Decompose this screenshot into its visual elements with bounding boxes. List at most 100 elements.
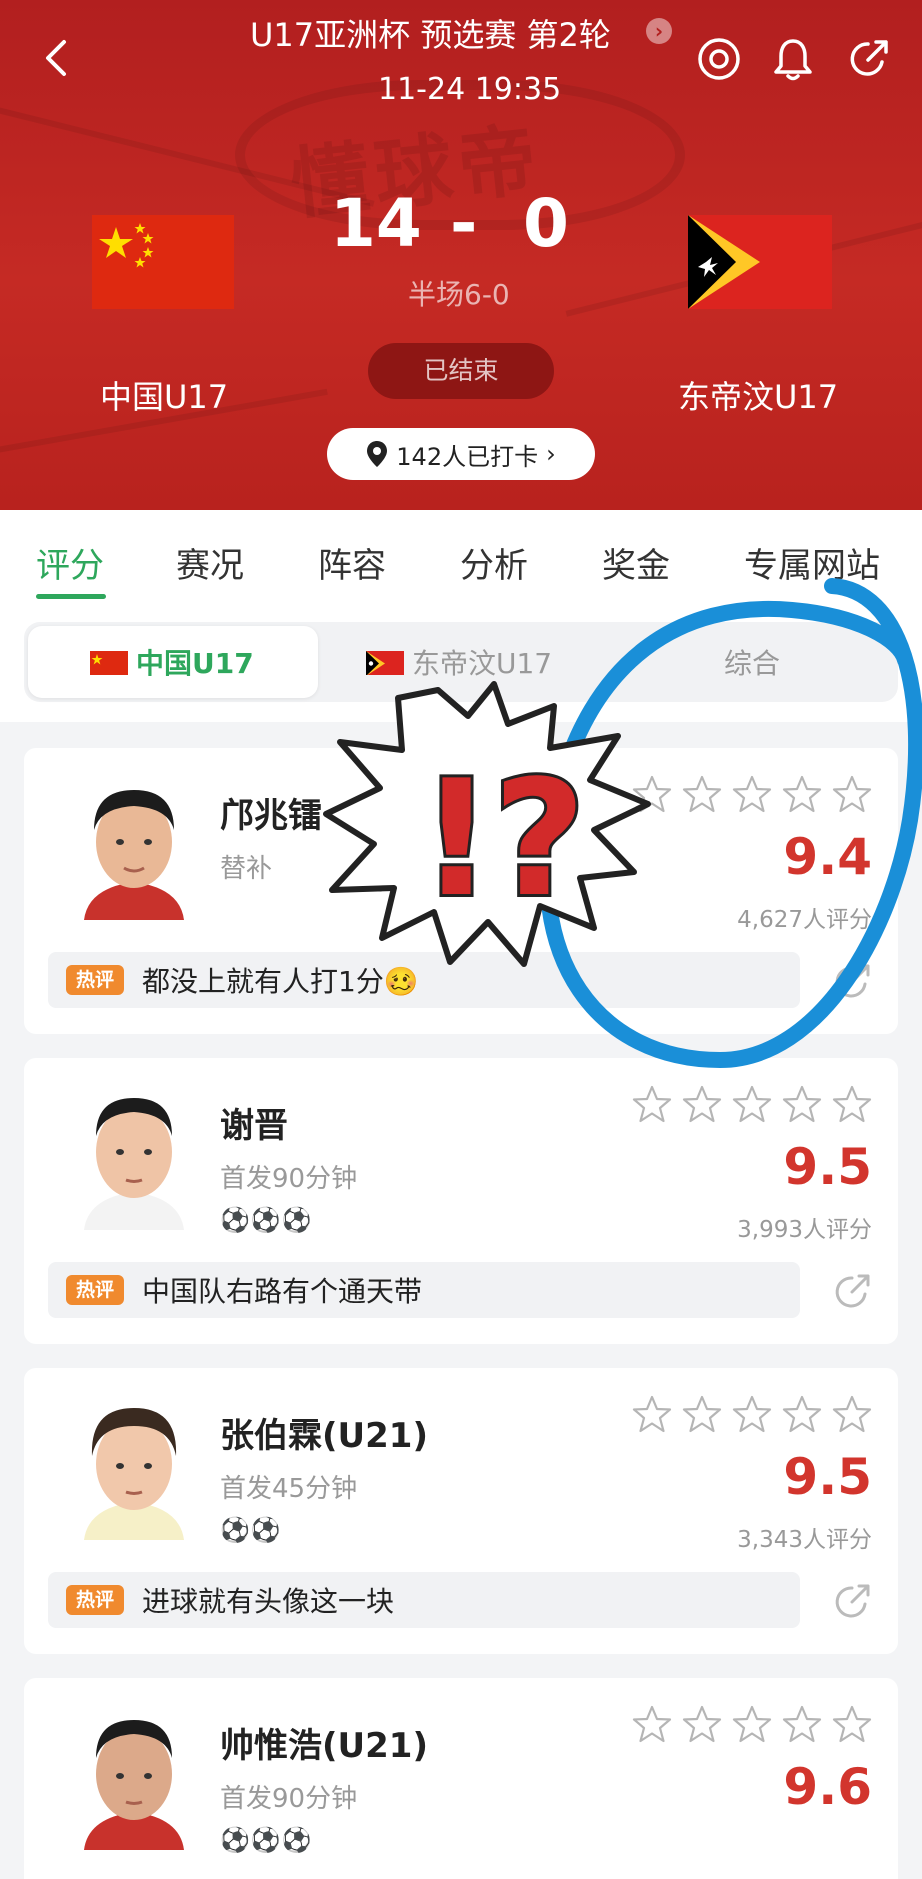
tab-analysis[interactable]: 分析 xyxy=(460,538,528,587)
star-icon[interactable] xyxy=(832,1084,872,1124)
rater-count: 3,343人评分 xyxy=(737,1527,872,1553)
hot-comment[interactable]: 热评 进球就有头像这一块 xyxy=(48,1572,800,1628)
hot-comment-text: 进球就有头像这一块 xyxy=(142,1585,395,1618)
match-title[interactable]: U17亚洲杯 预选赛 第2轮 xyxy=(250,10,611,56)
player-rating: 9.5 xyxy=(783,1448,872,1506)
match-rating-page: 懂球帝 U17亚洲杯 预选赛 第2轮 › 11-24 19:35 14 - 0 … xyxy=(0,0,922,1879)
match-datetime: 11-24 19:35 xyxy=(378,72,562,107)
star-icon[interactable] xyxy=(782,1704,822,1744)
rating-stars[interactable] xyxy=(632,1704,872,1744)
player-role: 首发45分钟 xyxy=(220,1474,358,1504)
star-icon[interactable] xyxy=(732,774,772,814)
star-icon[interactable] xyxy=(832,1394,872,1434)
team-filter-bar: 中国U17 东帝汶U17 综合 xyxy=(0,606,922,722)
star-icon[interactable] xyxy=(632,1084,672,1124)
hot-comment-badge: 热评 xyxy=(66,1585,124,1615)
score-separator: - xyxy=(450,185,478,262)
active-tab-indicator xyxy=(36,594,106,599)
player-name: 谢晋 xyxy=(220,1106,288,1146)
player-name: 邝兆镭 xyxy=(220,796,322,836)
hot-comment[interactable]: 热评 中国队右路有个通天带 xyxy=(48,1262,800,1318)
star-icon[interactable] xyxy=(682,1394,722,1434)
tab-match-events[interactable]: 赛况 xyxy=(176,538,244,587)
player-role: 替补 xyxy=(220,854,273,884)
player-card[interactable]: 邝兆镭 替补 9.4 4,627人评分 热评 都没上就有人打1分🥴 xyxy=(24,748,898,1034)
match-header: 懂球帝 U17亚洲杯 预选赛 第2轮 › 11-24 19:35 14 - 0 … xyxy=(0,0,922,510)
timor-leste-flag-icon xyxy=(688,215,832,309)
share-icon[interactable] xyxy=(846,36,892,82)
checkin-button[interactable]: 142人已打卡 › xyxy=(327,428,595,480)
star-icon[interactable] xyxy=(832,774,872,814)
segment-away-team[interactable]: 东帝汶U17 xyxy=(366,642,552,682)
player-avatar xyxy=(64,770,204,920)
home-score: 14 xyxy=(330,185,422,262)
tab-bonus[interactable]: 奖金 xyxy=(602,538,670,587)
goals-icons: ⚽⚽ xyxy=(220,1516,282,1544)
segment-home-team[interactable]: 中国U17 xyxy=(90,642,254,682)
hot-comment-text: 中国队右路有个通天带 xyxy=(142,1275,423,1308)
tab-lineup[interactable]: 阵容 xyxy=(318,538,386,587)
star-icon[interactable] xyxy=(732,1704,772,1744)
star-icon[interactable] xyxy=(632,1704,672,1744)
china-flag-icon xyxy=(90,650,128,675)
title-chevron-icon[interactable]: › xyxy=(646,18,672,44)
share-icon[interactable] xyxy=(832,1580,874,1622)
star-icon[interactable] xyxy=(782,774,822,814)
star-icon[interactable] xyxy=(682,774,722,814)
checkin-label: 142人已打卡 xyxy=(396,442,539,471)
hot-comment-text: 都没上就有人打1分🥴 xyxy=(142,965,419,998)
away-score: 0 xyxy=(523,185,569,262)
star-icon[interactable] xyxy=(782,1084,822,1124)
segment-away-label: 东帝汶U17 xyxy=(412,647,553,680)
china-flag-icon xyxy=(92,215,234,309)
rater-count: 4,627人评分 xyxy=(737,907,872,933)
away-team-flag[interactable] xyxy=(688,215,832,309)
star-icon[interactable] xyxy=(732,1394,772,1434)
share-icon[interactable] xyxy=(832,1270,874,1312)
player-role: 首发90分钟 xyxy=(220,1164,358,1194)
halftime-score: 半场6-0 xyxy=(408,278,510,311)
player-role: 首发90分钟 xyxy=(220,1784,358,1814)
rater-count: 3,993人评分 xyxy=(737,1217,872,1243)
target-icon[interactable] xyxy=(696,36,742,82)
player-rating: 9.4 xyxy=(783,828,872,886)
tab-official-site[interactable]: 专属网站 xyxy=(744,538,880,587)
bell-icon[interactable] xyxy=(770,36,816,82)
location-pin-icon xyxy=(367,441,388,467)
star-icon[interactable] xyxy=(682,1704,722,1744)
timor-leste-flag-icon xyxy=(366,650,404,675)
player-card[interactable]: 张伯霖(U21) 首发45分钟 ⚽⚽ 9.5 3,343人评分 热评 进球就有头… xyxy=(24,1368,898,1654)
segment-home-label: 中国U17 xyxy=(136,647,254,680)
star-icon[interactable] xyxy=(632,1394,672,1434)
player-avatar xyxy=(64,1700,204,1850)
back-icon[interactable] xyxy=(38,36,74,80)
player-name: 张伯霖(U21) xyxy=(220,1416,429,1456)
player-rating: 9.5 xyxy=(783,1138,872,1196)
hot-comment-badge: 热评 xyxy=(66,1275,124,1305)
star-icon[interactable] xyxy=(782,1394,822,1434)
rating-stars[interactable] xyxy=(632,1084,872,1124)
goals-icons: ⚽⚽⚽ xyxy=(220,1206,313,1234)
player-card[interactable]: 帅惟浩(U21) 首发90分钟 ⚽⚽⚽ 9.6 xyxy=(24,1678,898,1879)
star-icon[interactable] xyxy=(682,1084,722,1124)
star-icon[interactable] xyxy=(632,774,672,814)
tab-bar: 评分 赛况 阵容 分析 奖金 专属网站 xyxy=(0,510,922,606)
away-team-name[interactable]: 东帝汶U17 xyxy=(678,372,838,418)
segment-all[interactable]: 综合 xyxy=(724,642,780,682)
match-status-badge: 已结束 xyxy=(368,343,554,399)
player-avatar xyxy=(64,1390,204,1540)
tab-rating[interactable]: 评分 xyxy=(36,538,104,587)
rating-stars[interactable] xyxy=(632,774,872,814)
player-rating: 9.6 xyxy=(783,1758,872,1816)
team-segment-control: 中国U17 东帝汶U17 综合 xyxy=(24,622,898,702)
hot-comment[interactable]: 热评 都没上就有人打1分🥴 xyxy=(48,952,800,1008)
rating-stars[interactable] xyxy=(632,1394,872,1434)
star-icon[interactable] xyxy=(732,1084,772,1124)
hot-comment-badge: 热评 xyxy=(66,965,124,995)
goals-icons: ⚽⚽⚽ xyxy=(220,1826,313,1854)
home-team-flag[interactable] xyxy=(92,215,234,309)
share-icon[interactable] xyxy=(832,960,874,1002)
player-card[interactable]: 谢晋 首发90分钟 ⚽⚽⚽ 9.5 3,993人评分 热评 中国队右路有个通天带 xyxy=(24,1058,898,1344)
home-team-name[interactable]: 中国U17 xyxy=(100,372,228,418)
star-icon[interactable] xyxy=(832,1704,872,1744)
